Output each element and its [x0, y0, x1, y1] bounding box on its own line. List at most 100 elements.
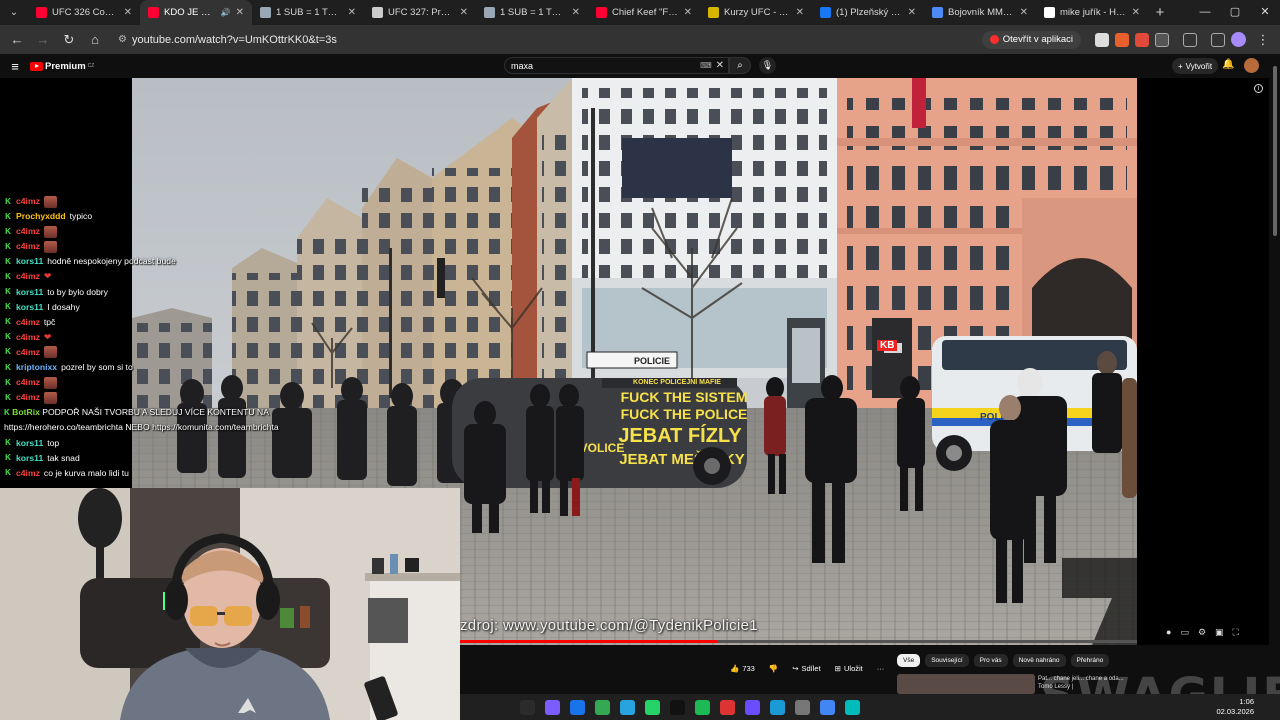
profile-avatar[interactable]	[1231, 32, 1246, 47]
guide-menu-icon[interactable]: ≡	[0, 59, 30, 74]
search-input[interactable]: maxa ⌨ ✕	[504, 57, 729, 74]
chat-username[interactable]: kors11	[16, 254, 43, 269]
maximize-icon[interactable]: ▢	[1220, 0, 1250, 25]
home-icon[interactable]: ⌂	[84, 29, 106, 51]
chrome-profile-icon[interactable]	[820, 699, 835, 715]
forward-icon[interactable]: →	[32, 29, 54, 51]
search-button[interactable]: ⌕	[729, 57, 751, 74]
whatsapp-icon[interactable]	[645, 699, 660, 715]
keyboard-icon[interactable]: ⌨	[700, 61, 712, 70]
chat-username[interactable]: Prochyxddd	[16, 209, 66, 224]
reload-icon[interactable]: ↻	[58, 29, 80, 51]
browser-tab[interactable]: UFC 327: Procházka ✕	[364, 0, 476, 25]
youtube-logo[interactable]: Premium CZ	[30, 61, 94, 72]
chat-username[interactable]: c4imz	[16, 224, 40, 239]
page-scrollbar[interactable]	[1273, 66, 1277, 236]
create-button[interactable]: + Vytvořit	[1172, 58, 1219, 74]
extension-fox-icon[interactable]	[1115, 32, 1129, 47]
chrome-icon[interactable]	[595, 699, 610, 715]
autoplay-toggle-icon[interactable]: ●	[1166, 627, 1171, 638]
site-info-icon[interactable]: ⚙	[118, 34, 132, 45]
greenapp-icon[interactable]	[695, 699, 710, 715]
share-button[interactable]: ↪ Sdílet	[792, 664, 820, 673]
recommended-video-thumbnail[interactable]	[897, 674, 1035, 694]
user-avatar[interactable]	[1244, 58, 1259, 73]
browser-tab[interactable]: Bojovník MMA z Pl ✕	[924, 0, 1036, 25]
browser-tab[interactable]: UFC 326 Countdown ✕	[28, 0, 140, 25]
edge-icon[interactable]	[570, 699, 585, 715]
chat-username[interactable]: c4imz	[16, 390, 40, 405]
more-actions-button[interactable]: ···	[877, 664, 885, 673]
search-icon[interactable]	[520, 699, 535, 715]
chat-username[interactable]: kors11	[16, 300, 43, 315]
settings-icon[interactable]: ⚙	[1198, 627, 1206, 638]
chat-username[interactable]: kors11	[16, 451, 43, 466]
browser-tab[interactable]: mike juřík - Hledat ✕	[1036, 0, 1148, 25]
voice-search-button[interactable]: 🎙	[759, 57, 776, 74]
extensions-puzzle-icon[interactable]	[1155, 32, 1169, 47]
close-window-icon[interactable]: ✕	[1250, 0, 1280, 25]
open-in-app-button[interactable]: Otevřít v aplikaci	[981, 30, 1081, 49]
chat-username[interactable]: c4imz	[16, 466, 40, 481]
chat-username[interactable]: c4imz	[16, 239, 40, 254]
app-icon[interactable]	[845, 699, 860, 715]
subtitles-icon[interactable]: ▭	[1180, 627, 1189, 638]
fullscreen-icon[interactable]: ⛶	[1233, 627, 1239, 638]
tab-close-icon[interactable]: ✕	[460, 7, 468, 18]
minimize-icon[interactable]: —	[1190, 0, 1220, 25]
capcut-icon[interactable]	[670, 699, 685, 715]
notifications-icon[interactable]: 🔔	[1222, 59, 1234, 70]
video-info-icon[interactable]: i	[1254, 84, 1263, 93]
like-button[interactable]: 👍 733	[730, 664, 755, 673]
chat-username[interactable]: kors11	[16, 285, 43, 300]
chat-username[interactable]: kriptonixx	[16, 360, 57, 375]
clear-search-icon[interactable]: ✕	[716, 60, 724, 71]
tab-close-icon[interactable]: ✕	[684, 7, 692, 18]
chat-username[interactable]: c4imz	[16, 315, 40, 330]
save-button[interactable]: ⊞ Uložit	[835, 664, 863, 673]
video-progress-bar[interactable]	[460, 640, 1137, 643]
dislike-button[interactable]: 👎	[769, 664, 778, 673]
chat-username[interactable]: c4imz	[16, 345, 40, 360]
tab-close-icon[interactable]: ✕	[572, 7, 580, 18]
browser-tab[interactable]: Kurzy UFC - Sázení ✕	[700, 0, 812, 25]
tab-close-icon[interactable]: ✕	[796, 7, 804, 18]
chat-username[interactable]: BotRix	[12, 407, 40, 417]
purple-app-icon[interactable]	[745, 699, 760, 715]
filter-chip[interactable]: Přehráno	[1070, 654, 1110, 667]
red-app-icon[interactable]	[720, 699, 735, 715]
tab-close-icon[interactable]: ✕	[1020, 7, 1028, 18]
browser-tab[interactable]: Chief Keef "Faneto" ✕	[588, 0, 700, 25]
extension-icon[interactable]	[1095, 32, 1109, 47]
filter-chip[interactable]: Pro vás	[973, 654, 1008, 667]
chat-username[interactable]: kors11	[16, 436, 43, 451]
miniplayer-icon[interactable]: ▣	[1215, 627, 1224, 638]
extension-red-icon[interactable]	[1135, 32, 1149, 47]
filter-chip[interactable]: Nově nahráno	[1012, 654, 1066, 667]
tab-close-icon[interactable]: ✕	[124, 7, 132, 18]
tab-search-icon[interactable]: ⌄	[0, 0, 28, 25]
telegram-icon[interactable]	[620, 699, 635, 715]
browser-tab[interactable]: (1) Plzeňský deník ✕	[812, 0, 924, 25]
chat-username[interactable]: c4imz	[16, 269, 40, 284]
filter-chip[interactable]: Vše	[897, 654, 921, 667]
chat-username[interactable]: c4imz	[16, 194, 40, 209]
sidebar-icon[interactable]	[1183, 32, 1197, 47]
settings-icon[interactable]	[795, 699, 810, 715]
tab-close-icon[interactable]: ✕	[908, 7, 916, 18]
filter-chip[interactable]: Související	[925, 654, 969, 667]
tab-groups-icon[interactable]	[1211, 32, 1225, 47]
back-icon[interactable]: ←	[6, 29, 28, 51]
browser-tab[interactable]: KDO JE NESPOKOJENY 🔊 ✕	[140, 0, 252, 25]
tab-close-icon[interactable]: ✕	[1132, 7, 1140, 18]
menu-icon[interactable]: ⋮	[1252, 29, 1274, 51]
browser-tab[interactable]: 1 SUB = 1 TOČKA | ✕	[476, 0, 588, 25]
discord-icon[interactable]	[545, 699, 560, 715]
new-tab-button[interactable]: +	[1148, 4, 1172, 21]
url-field[interactable]: ⚙ youtube.com/watch?v=UmKOttrKK0&t=3s	[110, 28, 900, 51]
browser-tab[interactable]: 1 SUB = 1 TOČKA | ✕	[252, 0, 364, 25]
chat-username[interactable]: c4imz	[16, 330, 40, 345]
system-clock[interactable]: 1:06 02.03.2026	[1216, 697, 1254, 717]
chat-username[interactable]: c4imz	[16, 375, 40, 390]
tab-close-icon[interactable]: ✕	[348, 7, 356, 18]
